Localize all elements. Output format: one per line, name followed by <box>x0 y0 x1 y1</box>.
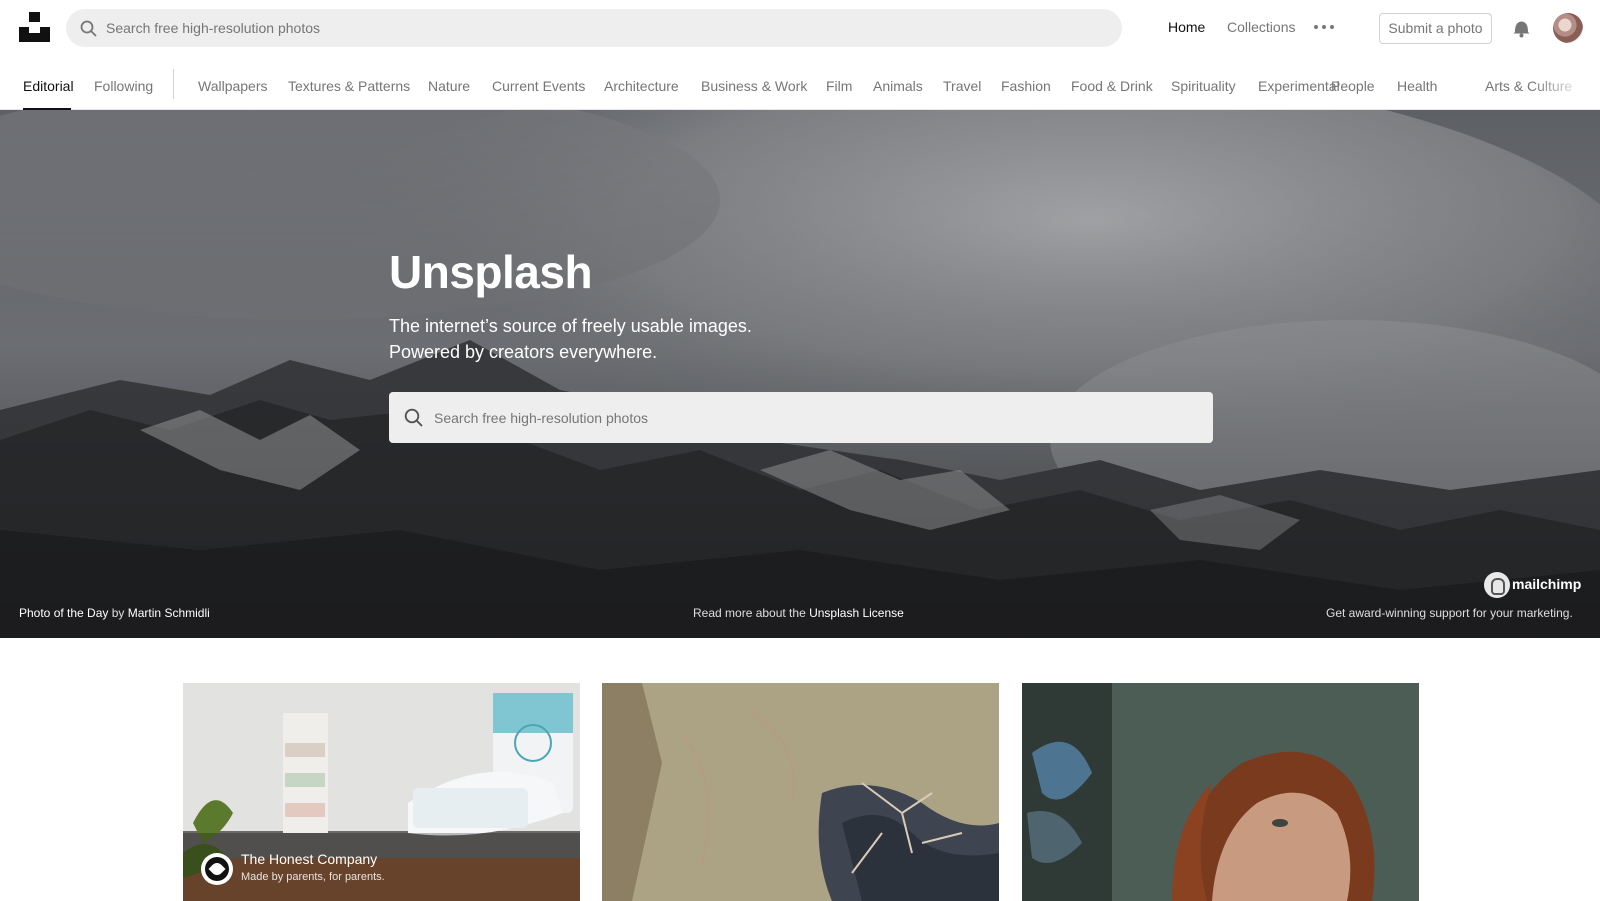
topic-fashion[interactable]: Fashion <box>1001 78 1051 94</box>
topic-travel[interactable]: Travel <box>943 78 981 94</box>
unsplash-logo-icon[interactable] <box>19 12 50 42</box>
photo-of-the-day-link[interactable]: Photo of the Day <box>19 606 108 620</box>
hero-banner: Unsplash The internet’s source of freely… <box>0 110 1600 638</box>
search-icon[interactable] <box>404 408 423 427</box>
brand-name: The Honest Company <box>241 851 378 867</box>
tab-editorial[interactable]: Editorial <box>23 78 74 94</box>
sponsored-photo-card[interactable]: The Honest Company Made by parents, for … <box>183 683 580 901</box>
search-icon[interactable] <box>80 20 97 37</box>
nav-home-link[interactable]: Home <box>1168 19 1205 35</box>
topic-nav: Editorial Following Wallpapers Textures … <box>0 56 1600 110</box>
sponsor-name: mailchimp <box>1512 576 1582 592</box>
license-note: Read more about the Unsplash License <box>693 606 904 620</box>
hero-subtitle-line1: The internet’s source of freely usable i… <box>389 316 752 336</box>
hero-search-bar[interactable] <box>389 392 1213 443</box>
sponsored-photo-image <box>183 683 580 901</box>
topic-food-drink[interactable]: Food & Drink <box>1071 78 1153 94</box>
photo-card[interactable] <box>1022 683 1419 901</box>
bell-icon[interactable] <box>1512 18 1531 38</box>
hero-title: Unsplash <box>389 246 593 298</box>
submit-photo-button[interactable]: Submit a photo <box>1379 13 1492 44</box>
license-prefix: Read more about the <box>693 606 806 620</box>
header-search-input[interactable] <box>106 9 1106 47</box>
topic-nature[interactable]: Nature <box>428 78 470 94</box>
hero-search-input[interactable] <box>434 392 1194 443</box>
hero-background-image <box>0 110 1600 638</box>
topic-animals[interactable]: Animals <box>873 78 923 94</box>
user-avatar[interactable] <box>1553 13 1583 43</box>
photo-credit-by: by <box>111 606 125 620</box>
portrait-photo-image <box>1022 683 1419 901</box>
tab-following[interactable]: Following <box>94 78 153 94</box>
photo-credit: Photo of the Day by Martin Schmidli <box>19 606 210 620</box>
license-link[interactable]: Unsplash License <box>809 606 904 620</box>
nav-collections-link[interactable]: Collections <box>1227 19 1295 35</box>
brand-logo-icon <box>201 853 233 885</box>
more-dots-icon[interactable] <box>1314 23 1336 33</box>
topic-health[interactable]: Health <box>1397 78 1437 94</box>
topic-textures-patterns[interactable]: Textures & Patterns <box>288 78 410 94</box>
topic-film[interactable]: Film <box>826 78 852 94</box>
topic-arts-culture[interactable]: Arts & Culture <box>1485 78 1572 94</box>
photo-card[interactable] <box>602 683 999 901</box>
brand-tagline: Made by parents, for parents. <box>241 871 385 883</box>
hero-subtitle-line2: Powered by creators everywhere. <box>389 342 658 362</box>
topic-experimental[interactable]: Experimental <box>1258 78 1340 94</box>
photo-author-link[interactable]: Martin Schmidli <box>128 606 210 620</box>
sponsor-tagline[interactable]: Get award-winning support for your marke… <box>1326 606 1573 620</box>
topic-current-events[interactable]: Current Events <box>492 78 585 94</box>
header-search-bar[interactable] <box>66 9 1122 47</box>
topic-architecture[interactable]: Architecture <box>604 78 679 94</box>
mailchimp-logo-icon <box>1484 572 1510 598</box>
aerial-photo-image <box>602 683 999 901</box>
topic-spirituality[interactable]: Spirituality <box>1171 78 1236 94</box>
topic-wallpapers[interactable]: Wallpapers <box>198 78 268 94</box>
topic-divider <box>173 69 174 99</box>
top-header: Home Collections Submit a photo <box>0 0 1600 56</box>
topic-people[interactable]: People <box>1331 78 1375 94</box>
topic-business-work[interactable]: Business & Work <box>701 78 807 94</box>
